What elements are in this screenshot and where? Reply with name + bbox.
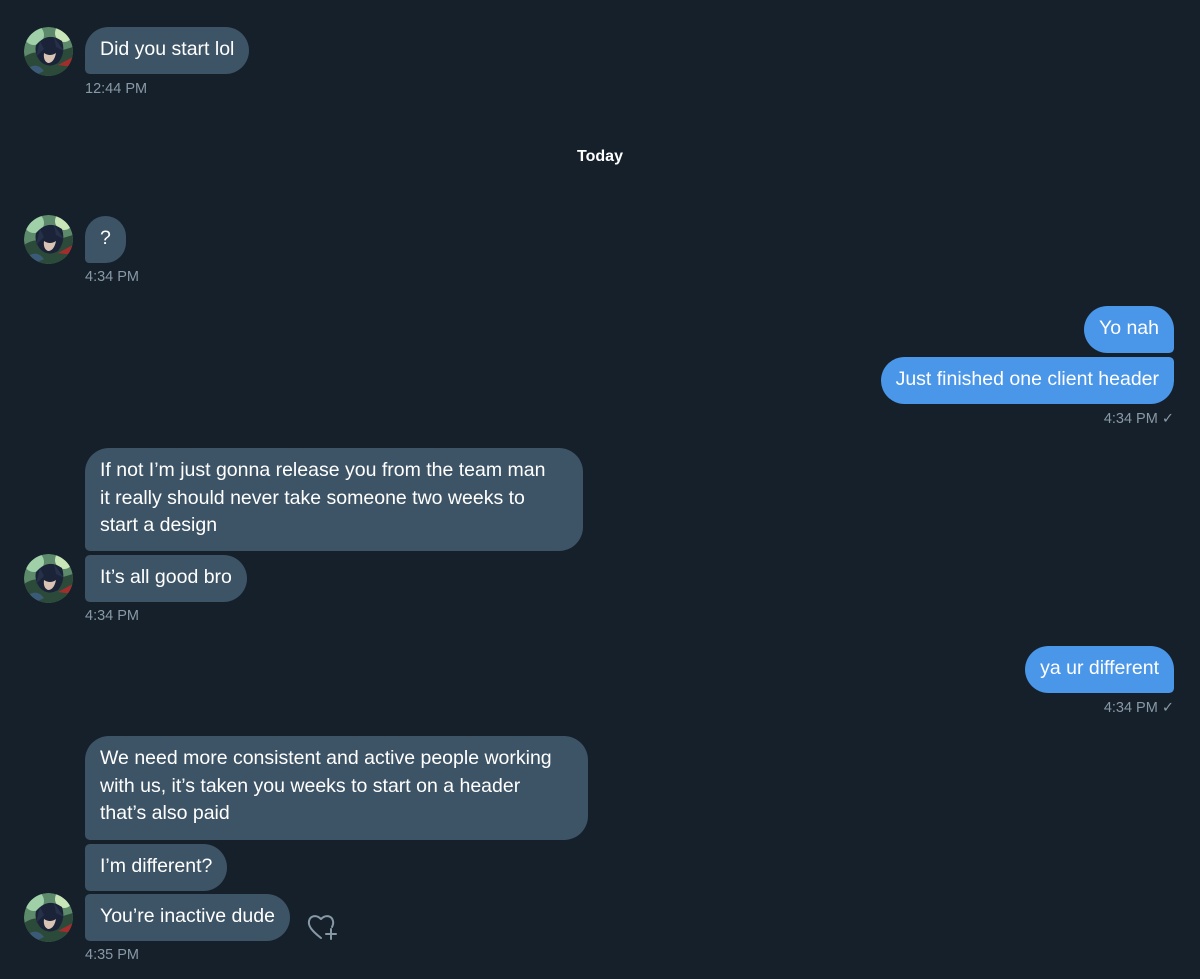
- message-bubble-sent[interactable]: Yo nah: [1083, 306, 1174, 353]
- user-avatar-image: [24, 27, 73, 76]
- message-timestamp: 4:34 PM ✓: [1103, 700, 1174, 716]
- avatar[interactable]: [24, 893, 73, 942]
- message-bubble-received[interactable]: We need more consistent and active peopl…: [85, 736, 588, 840]
- message-bubble-received[interactable]: Did you start lol: [85, 27, 250, 74]
- message-bubble-received[interactable]: ?: [85, 216, 126, 263]
- message-bubble-sent[interactable]: ya ur different: [1025, 646, 1174, 693]
- message-timestamp: 4:34 PM: [85, 269, 139, 285]
- message-bubble-received[interactable]: You’re inactive dude: [85, 894, 290, 941]
- user-avatar-image: [24, 893, 73, 942]
- message-bubble-received[interactable]: It’s all good bro: [85, 555, 247, 602]
- avatar[interactable]: [24, 554, 73, 603]
- message-bubble-received[interactable]: I’m different?: [85, 844, 228, 891]
- message-bubble-received[interactable]: If not I’m just gonna release you from t…: [85, 448, 583, 551]
- avatar[interactable]: [24, 215, 73, 264]
- message-timestamp: 12:44 PM: [85, 81, 148, 97]
- message-bubble-sent[interactable]: Just finished one client header: [880, 357, 1174, 404]
- user-avatar-image: [24, 215, 73, 264]
- message-timestamp: 4:34 PM: [85, 608, 139, 624]
- avatar[interactable]: [24, 27, 73, 76]
- day-separator: Today: [577, 148, 623, 165]
- heart-plus-icon[interactable]: [306, 911, 340, 943]
- user-avatar-image: [24, 554, 73, 603]
- message-timestamp: 4:34 PM ✓: [1103, 411, 1174, 427]
- message-timestamp: 4:35 PM: [85, 947, 139, 963]
